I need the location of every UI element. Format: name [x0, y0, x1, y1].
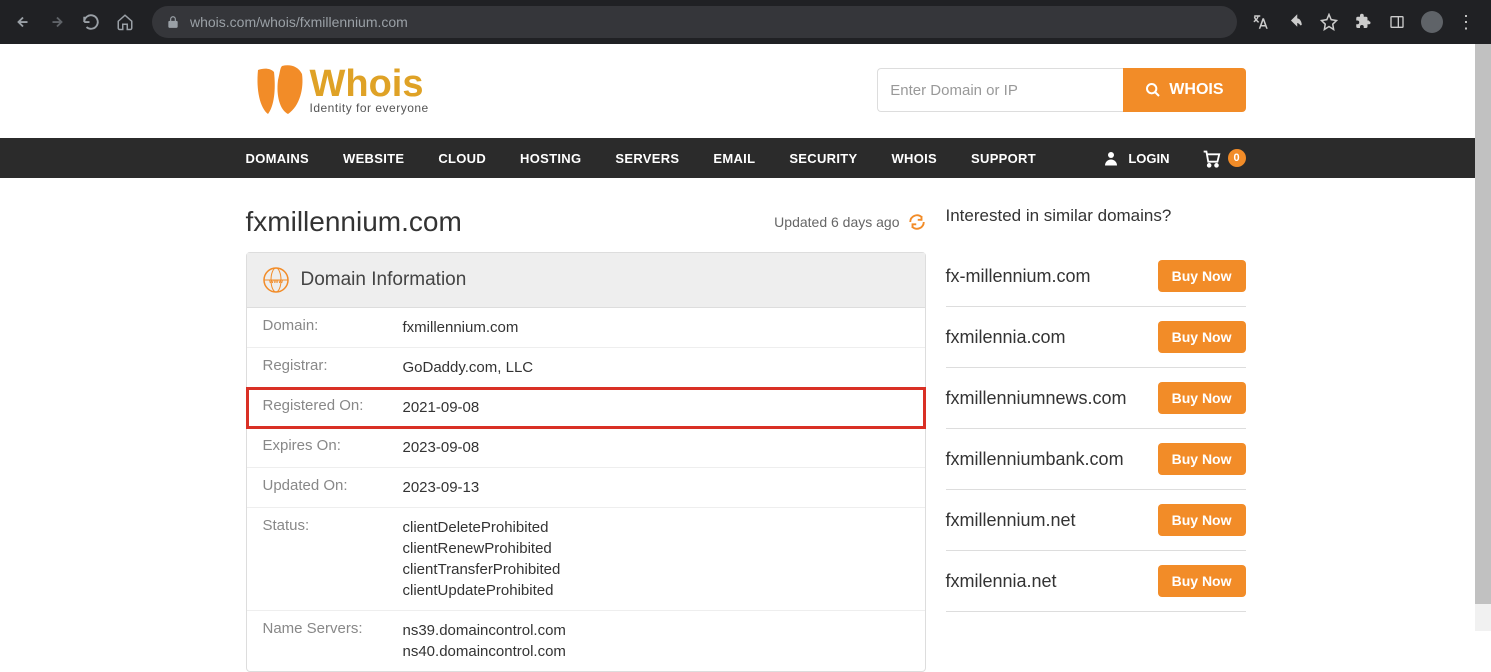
- info-row: Status:clientDeleteProhibitedclientRenew…: [247, 508, 925, 611]
- reload-button[interactable]: [78, 9, 104, 35]
- nav-link-support[interactable]: SUPPORT: [971, 151, 1036, 166]
- cart-count: 0: [1228, 149, 1246, 167]
- info-row: Expires On:2023-09-08: [247, 428, 925, 468]
- share-icon[interactable]: [1285, 12, 1305, 32]
- panel-icon[interactable]: [1387, 12, 1407, 32]
- similar-row: fxmilennia.net Buy Now: [946, 551, 1246, 612]
- info-label: Domain:: [263, 317, 403, 334]
- info-value: 2023-09-13: [403, 477, 480, 498]
- search-form: WHOIS: [877, 68, 1245, 112]
- scroll-thumb[interactable]: [1475, 44, 1491, 604]
- back-button[interactable]: [10, 9, 36, 35]
- info-row: Domain:fxmillennium.com: [247, 308, 925, 348]
- sidebar: Interested in similar domains? fx-millen…: [946, 206, 1246, 672]
- lock-icon: [166, 15, 180, 29]
- card-header: www Domain Information: [247, 253, 925, 308]
- info-value: 2021-09-08: [403, 397, 480, 418]
- domain-info-card: www Domain Information Domain:fxmillenni…: [246, 252, 926, 672]
- content: fxmillennium.com Updated 6 days ago www …: [246, 178, 1246, 672]
- person-icon: [1102, 149, 1120, 167]
- translate-icon[interactable]: [1251, 12, 1271, 32]
- profile-icon[interactable]: [1421, 11, 1443, 33]
- card-title: Domain Information: [301, 269, 467, 291]
- site-header: Whois Identity for everyone WHOIS: [246, 44, 1246, 138]
- search-input[interactable]: [877, 68, 1123, 112]
- whois-button-label: WHOIS: [1169, 81, 1223, 99]
- logo[interactable]: Whois Identity for everyone: [246, 60, 429, 120]
- chrome-right-icons: ⋮: [1251, 11, 1481, 33]
- nav-link-email[interactable]: EMAIL: [713, 151, 755, 166]
- logo-title: Whois: [310, 65, 429, 103]
- similar-row: fx-millennium.com Buy Now: [946, 246, 1246, 307]
- similar-domain[interactable]: fxmillenniumbank.com: [946, 449, 1124, 470]
- info-label: Expires On:: [263, 437, 403, 454]
- nav-link-hosting[interactable]: HOSTING: [520, 151, 581, 166]
- whois-button[interactable]: WHOIS: [1123, 68, 1245, 112]
- similar-row: fxmillenniumbank.com Buy Now: [946, 429, 1246, 490]
- similar-domain[interactable]: fxmilennia.net: [946, 571, 1057, 592]
- updated-text: Updated 6 days ago: [774, 214, 899, 230]
- buy-now-button[interactable]: Buy Now: [1158, 504, 1246, 536]
- similar-domain[interactable]: fxmillennium.net: [946, 510, 1076, 531]
- logo-subtitle: Identity for everyone: [310, 101, 429, 115]
- cart-link[interactable]: 0: [1200, 147, 1246, 169]
- forward-button[interactable]: [44, 9, 70, 35]
- info-row: Name Servers:ns39.domaincontrol.comns40.…: [247, 611, 925, 671]
- info-row: Registrar:GoDaddy.com, LLC: [247, 348, 925, 388]
- info-label: Registered On:: [263, 397, 403, 414]
- domain-title: fxmillennium.com: [246, 206, 462, 238]
- similar-domain[interactable]: fxmillenniumnews.com: [946, 388, 1127, 409]
- page-body: Whois Identity for everyone WHOIS DOMAIN…: [0, 44, 1491, 672]
- nav-link-website[interactable]: WEBSITE: [343, 151, 404, 166]
- similar-row: fxmilennia.com Buy Now: [946, 307, 1246, 368]
- info-value: ns39.domaincontrol.comns40.domaincontrol…: [403, 620, 566, 662]
- browser-chrome: whois.com/whois/fxmillennium.com ⋮: [0, 0, 1491, 44]
- logo-icon: [246, 60, 306, 120]
- info-row: Registered On:2021-09-08: [247, 388, 925, 428]
- info-value: GoDaddy.com, LLC: [403, 357, 534, 378]
- svg-text:www: www: [267, 279, 282, 285]
- buy-now-button[interactable]: Buy Now: [1158, 382, 1246, 414]
- info-label: Status:: [263, 517, 403, 534]
- updated-info: Updated 6 days ago: [774, 213, 925, 231]
- url-bar[interactable]: whois.com/whois/fxmillennium.com: [152, 6, 1237, 38]
- info-label: Registrar:: [263, 357, 403, 374]
- info-row: Updated On:2023-09-13: [247, 468, 925, 508]
- search-icon: [1145, 82, 1161, 98]
- login-label: LOGIN: [1128, 151, 1169, 166]
- www-icon: www: [263, 267, 289, 293]
- similar-domain[interactable]: fxmilennia.com: [946, 327, 1066, 348]
- similar-row: fxmillennium.net Buy Now: [946, 490, 1246, 551]
- nav-link-security[interactable]: SECURITY: [789, 151, 857, 166]
- buy-now-button[interactable]: Buy Now: [1158, 321, 1246, 353]
- info-value: clientDeleteProhibitedclientRenewProhibi…: [403, 517, 561, 601]
- similar-domain[interactable]: fx-millennium.com: [946, 266, 1091, 287]
- similar-title: Interested in similar domains?: [946, 206, 1246, 226]
- menu-icon[interactable]: ⋮: [1457, 12, 1475, 33]
- url-text: whois.com/whois/fxmillennium.com: [190, 14, 1223, 30]
- refresh-icon[interactable]: [908, 213, 926, 231]
- info-label: Name Servers:: [263, 620, 403, 637]
- buy-now-button[interactable]: Buy Now: [1158, 565, 1246, 597]
- nav-link-cloud[interactable]: CLOUD: [438, 151, 486, 166]
- similar-row: fxmillenniumnews.com Buy Now: [946, 368, 1246, 429]
- nav-link-servers[interactable]: SERVERS: [615, 151, 679, 166]
- nav-link-domains[interactable]: DOMAINS: [246, 151, 310, 166]
- cart-icon: [1200, 147, 1222, 169]
- buy-now-button[interactable]: Buy Now: [1158, 443, 1246, 475]
- nav-link-whois[interactable]: WHOIS: [891, 151, 937, 166]
- info-label: Updated On:: [263, 477, 403, 494]
- buy-now-button[interactable]: Buy Now: [1158, 260, 1246, 292]
- login-link[interactable]: LOGIN: [1102, 149, 1169, 167]
- extensions-icon[interactable]: [1353, 12, 1373, 32]
- home-button[interactable]: [112, 9, 138, 35]
- nav-bar: DOMAINS WEBSITE CLOUD HOSTING SERVERS EMAIL SE…: [0, 138, 1491, 178]
- main-column: fxmillennium.com Updated 6 days ago www …: [246, 206, 926, 672]
- info-value: fxmillennium.com: [403, 317, 519, 338]
- scrollbar[interactable]: [1475, 44, 1491, 631]
- star-icon[interactable]: [1319, 12, 1339, 32]
- info-value: 2023-09-08: [403, 437, 480, 458]
